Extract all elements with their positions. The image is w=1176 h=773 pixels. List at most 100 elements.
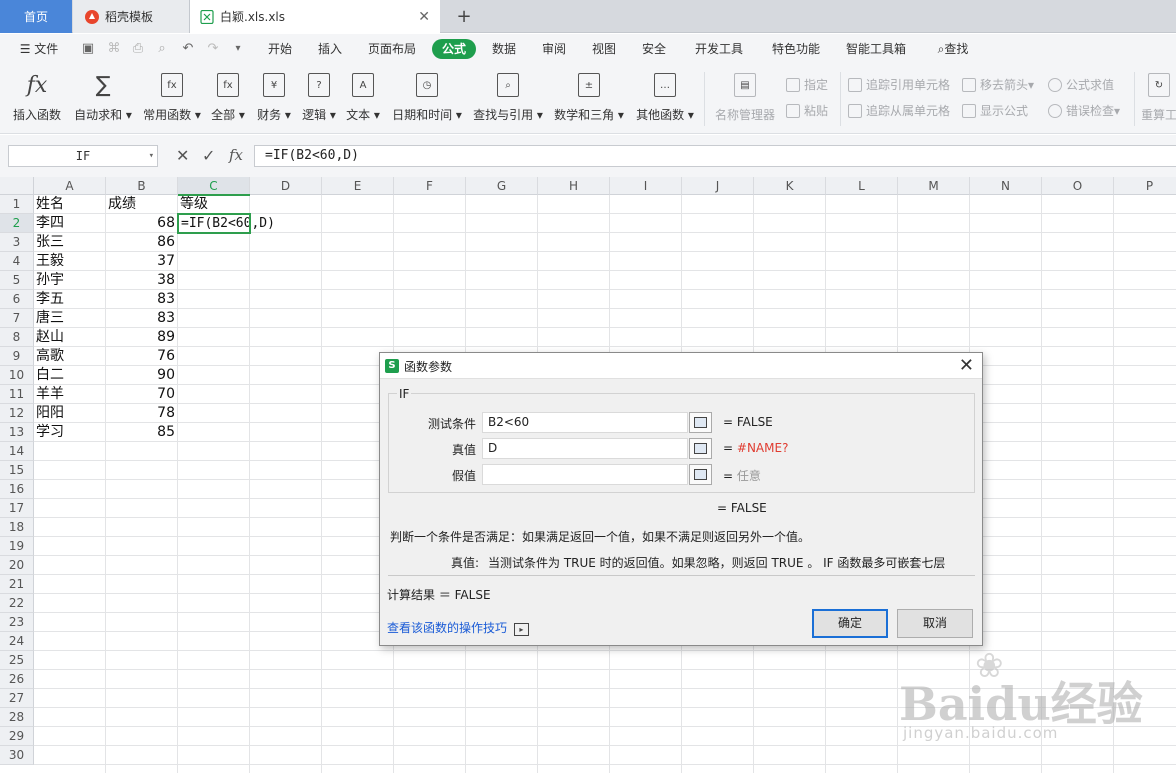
cell-name[interactable]: 孙宇 xyxy=(34,271,106,290)
tab-templates[interactable]: 稻壳模板 xyxy=(73,0,190,33)
print-icon[interactable]: ⎙ xyxy=(130,41,146,57)
range-select-icon[interactable] xyxy=(689,464,712,485)
define-name-button[interactable]: 指定 xyxy=(786,76,828,93)
menu-review[interactable]: 审阅 xyxy=(536,39,572,59)
row-header-4[interactable]: 4 xyxy=(0,252,34,271)
cell-score[interactable]: 70 xyxy=(106,385,178,404)
name-manager-button[interactable]: ▤ 名称管理器 xyxy=(714,70,776,123)
column-header-l[interactable]: L xyxy=(826,177,898,195)
cell-score[interactable]: 90 xyxy=(106,366,178,385)
row-header-9[interactable]: 9 xyxy=(0,347,34,366)
column-header-o[interactable]: O xyxy=(1042,177,1114,195)
cell-name[interactable]: 李四 xyxy=(34,214,106,233)
row-header-27[interactable]: 27 xyxy=(0,689,34,708)
menu-insert[interactable]: 插入 xyxy=(312,39,348,59)
file-menu[interactable]: ☰ 文件 xyxy=(14,39,64,59)
row-header-1[interactable]: 1 xyxy=(0,195,34,214)
row-header-3[interactable]: 3 xyxy=(0,233,34,252)
cell-c1[interactable]: 等级 xyxy=(178,195,250,214)
column-header-e[interactable]: E xyxy=(322,177,394,195)
search-button[interactable]: ⌕查找 xyxy=(930,39,976,59)
datetime-button[interactable]: ◷ 日期和时间 ▾ xyxy=(392,70,462,123)
cell-name[interactable]: 李五 xyxy=(34,290,106,309)
menu-data[interactable]: 数据 xyxy=(486,39,522,59)
column-header-c[interactable]: C xyxy=(178,177,250,195)
text-button[interactable]: A 文本 ▾ xyxy=(346,70,380,123)
evaluate-formula-button[interactable]: 公式求值 xyxy=(1048,76,1114,93)
cell-name[interactable]: 阳阳 xyxy=(34,404,106,423)
menu-security[interactable]: 安全 xyxy=(636,39,672,59)
cancel-icon[interactable]: ✕ xyxy=(176,146,189,165)
row-header-13[interactable]: 13 xyxy=(0,423,34,442)
row-header-29[interactable]: 29 xyxy=(0,727,34,746)
row-header-17[interactable]: 17 xyxy=(0,499,34,518)
menu-formula[interactable]: 公式 xyxy=(432,39,476,59)
cell-score[interactable]: 37 xyxy=(106,252,178,271)
row-header-16[interactable]: 16 xyxy=(0,480,34,499)
column-header-h[interactable]: H xyxy=(538,177,610,195)
arg-input-true-value[interactable]: D xyxy=(482,438,688,459)
cell-score[interactable]: 78 xyxy=(106,404,178,423)
quick-access-dropdown-icon[interactable]: ▾ xyxy=(230,41,246,57)
row-header-20[interactable]: 20 xyxy=(0,556,34,575)
range-select-icon[interactable] xyxy=(689,412,712,433)
save-icon[interactable]: ▣ xyxy=(80,41,96,57)
cell-score[interactable]: 83 xyxy=(106,290,178,309)
column-header-p[interactable]: P xyxy=(1114,177,1176,195)
trace-precedents-button[interactable]: 追踪引用单元格 xyxy=(848,76,950,93)
name-box[interactable]: IF ▾ xyxy=(8,145,158,167)
row-header-7[interactable]: 7 xyxy=(0,309,34,328)
row-header-28[interactable]: 28 xyxy=(0,708,34,727)
row-header-15[interactable]: 15 xyxy=(0,461,34,480)
fx-icon[interactable]: fx xyxy=(229,146,243,164)
cell-score[interactable]: 68 xyxy=(106,214,178,233)
arg-input-false-value[interactable] xyxy=(482,464,688,485)
close-icon[interactable]: ✕ xyxy=(959,355,974,376)
row-header-26[interactable]: 26 xyxy=(0,670,34,689)
recalculate-button[interactable]: ↻ 重算工 xyxy=(1142,70,1176,123)
help-link[interactable]: 查看该函数的操作技巧 ▸ xyxy=(387,619,529,636)
row-header-8[interactable]: 8 xyxy=(0,328,34,347)
column-header-m[interactable]: M xyxy=(898,177,970,195)
format-painter-icon[interactable]: ⌘ xyxy=(106,41,122,57)
cell-name[interactable]: 唐三 xyxy=(34,309,106,328)
cell-score[interactable]: 38 xyxy=(106,271,178,290)
row-header-23[interactable]: 23 xyxy=(0,613,34,632)
cell-score[interactable]: 85 xyxy=(106,423,178,442)
menu-developer[interactable]: 开发工具 xyxy=(688,39,750,59)
cell-score[interactable]: 76 xyxy=(106,347,178,366)
cell-a1[interactable]: 姓名 xyxy=(34,195,106,214)
cell-name[interactable]: 张三 xyxy=(34,233,106,252)
column-header-g[interactable]: G xyxy=(466,177,538,195)
dialog-titlebar[interactable]: S 函数参数 ✕ xyxy=(380,353,982,379)
column-header-f[interactable]: F xyxy=(394,177,466,195)
row-header-12[interactable]: 12 xyxy=(0,404,34,423)
row-header-21[interactable]: 21 xyxy=(0,575,34,594)
column-header-j[interactable]: J xyxy=(682,177,754,195)
logic-button[interactable]: ? 逻辑 ▾ xyxy=(302,70,336,123)
row-header-24[interactable]: 24 xyxy=(0,632,34,651)
row-header-14[interactable]: 14 xyxy=(0,442,34,461)
other-functions-button[interactable]: … 其他函数 ▾ xyxy=(636,70,694,123)
cell-score[interactable]: 86 xyxy=(106,233,178,252)
cell-b1[interactable]: 成绩 xyxy=(106,195,178,214)
cell-score[interactable]: 89 xyxy=(106,328,178,347)
row-header-18[interactable]: 18 xyxy=(0,518,34,537)
math-button[interactable]: ± 数学和三角 ▾ xyxy=(554,70,624,123)
column-header-n[interactable]: N xyxy=(970,177,1042,195)
arg-input-test[interactable]: B2<60 xyxy=(482,412,688,433)
all-functions-button[interactable]: fx 全部 ▾ xyxy=(211,70,245,123)
chevron-down-icon[interactable]: ▾ xyxy=(149,146,154,166)
cell-name[interactable]: 羊羊 xyxy=(34,385,106,404)
tab-home[interactable]: 首页 xyxy=(0,0,72,33)
show-formulas-button[interactable]: 显示公式 xyxy=(962,102,1028,119)
column-header-d[interactable]: D xyxy=(250,177,322,195)
column-header-i[interactable]: I xyxy=(610,177,682,195)
trace-dependents-button[interactable]: 追踪从属单元格 xyxy=(848,102,950,119)
row-header-25[interactable]: 25 xyxy=(0,651,34,670)
add-tab-icon[interactable]: + xyxy=(452,0,476,33)
range-select-icon[interactable] xyxy=(689,438,712,459)
print-preview-icon[interactable]: ⌕ xyxy=(154,41,170,57)
error-check-button[interactable]: 错误检查 ▾ xyxy=(1048,102,1120,119)
row-header-10[interactable]: 10 xyxy=(0,366,34,385)
